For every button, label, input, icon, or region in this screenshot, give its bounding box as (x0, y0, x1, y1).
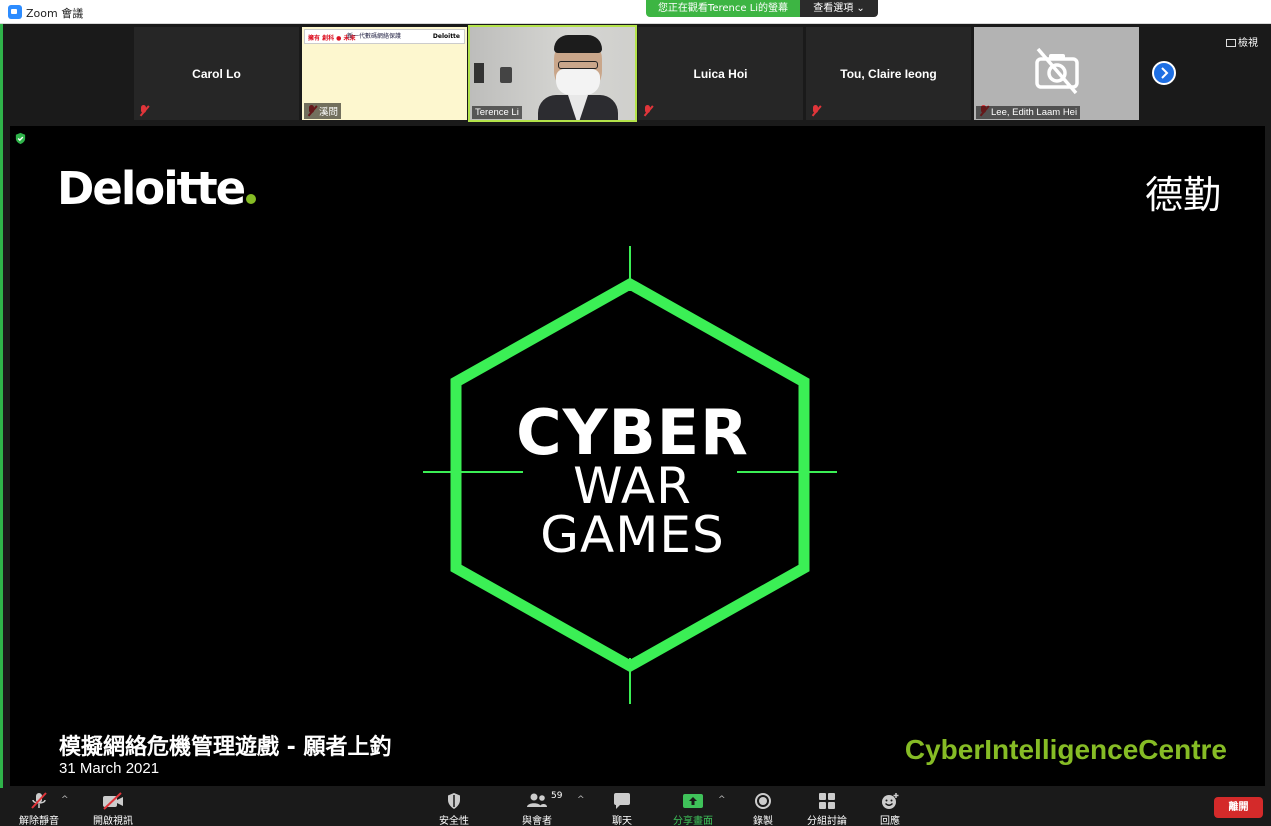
muted-mic-icon (642, 105, 653, 117)
deloitte-logo: Deloitte (57, 162, 257, 215)
start-video-label: 開啟視訊 (93, 816, 133, 826)
video-background (474, 63, 484, 83)
participant-tile-active-speaker[interactable]: Terence Li (468, 25, 637, 122)
muted-mic-icon (138, 105, 149, 117)
chevron-right-icon (1161, 67, 1169, 79)
participant-tile[interactable]: Tou, Claire Ieong (806, 27, 971, 120)
participants-label: 與會者 (522, 816, 552, 826)
breakout-rooms-button[interactable]: 分組討論 (804, 792, 850, 826)
grid-view-icon (1226, 39, 1236, 47)
participant-tile[interactable]: Luica Hoi (638, 27, 803, 120)
participant-name: Terence Li (472, 106, 522, 119)
viewing-screen-banner: 您正在觀看Terence Li的螢幕 (646, 0, 800, 17)
view-toggle-button[interactable]: 檢視 (1226, 34, 1258, 49)
participant-tile[interactable]: Lee, Edith Laam Hei (974, 27, 1139, 120)
meeting-toolbar: 解除靜音 ^ 開啟視訊 安全性 與會者 59 ^ 聊天 分享畫面 ^ 錄製 分組… (0, 788, 1271, 826)
record-button[interactable]: 錄製 (745, 792, 781, 826)
next-page-button[interactable] (1152, 61, 1176, 85)
zoom-app-icon (8, 5, 22, 19)
share-screen-icon (683, 794, 703, 808)
participant-video (538, 35, 618, 120)
shield-check-icon (15, 132, 26, 145)
muted-mic-icon (31, 792, 47, 809)
participant-name: 溪問 (304, 103, 342, 119)
unmute-label: 解除靜音 (19, 816, 59, 826)
security-label: 安全性 (439, 816, 469, 826)
chat-bubble-icon (614, 793, 630, 809)
thumb-text: 新一代數碼網絡保護 (347, 33, 402, 40)
camera-off-icon (1035, 47, 1079, 95)
reactions-label: 回應 (880, 816, 900, 826)
participant-tile[interactable]: 擁有 創科 ● 未來 新一代數碼網絡保護 Deloitte 溪問 (302, 27, 467, 120)
slide-subtitle: 模擬網絡危機管理遊戲 - 願者上釣 (59, 735, 392, 760)
participant-strip: Carol Lo 擁有 創科 ● 未來 新一代數碼網絡保護 Deloitte 溪… (0, 24, 1271, 824)
audio-options-caret[interactable]: ^ (61, 795, 69, 805)
emoji-plus-icon (882, 793, 899, 809)
view-toggle-label: 檢視 (1238, 38, 1258, 49)
unmute-button[interactable]: 解除靜音 (16, 792, 62, 826)
logo-dot (246, 194, 257, 204)
logo-text: Deloitte (57, 162, 246, 215)
thumb-text: Deloitte (432, 33, 460, 40)
record-label: 錄製 (753, 816, 773, 826)
participants-options-caret[interactable]: ^ (577, 795, 585, 805)
security-button[interactable]: 安全性 (433, 792, 475, 826)
share-options-caret[interactable]: ^ (718, 795, 726, 805)
participant-name: Carol Lo (192, 67, 241, 81)
chat-button[interactable]: 聊天 (604, 792, 640, 826)
slide-date: 31 March 2021 (59, 760, 160, 777)
breakout-rooms-label: 分組討論 (807, 816, 847, 826)
shield-icon (448, 793, 460, 809)
record-icon (755, 793, 771, 809)
chat-label: 聊天 (612, 816, 632, 826)
people-icon (527, 793, 547, 807)
share-screen-button[interactable]: 分享畫面 (670, 792, 716, 826)
video-off-icon (103, 792, 123, 810)
shared-screen[interactable]: Deloitte 德勤 CYBER WAR GAMES 模擬網絡危機管理遊戲 -… (10, 126, 1265, 786)
window-title: Zoom 會議 (26, 7, 84, 20)
view-options-button[interactable]: 查看選項 ⌄ (800, 0, 878, 17)
shared-thumbnail: 擁有 創科 ● 未來 新一代數碼網絡保護 Deloitte (304, 29, 465, 44)
title-line-games: GAMES (540, 506, 725, 564)
reactions-button[interactable]: 回應 (872, 792, 908, 826)
video-background (500, 67, 512, 83)
participants-count: 59 (551, 791, 563, 801)
participant-name: Lee, Edith Laam Hei (976, 106, 1081, 119)
share-screen-label: 分享畫面 (673, 816, 713, 826)
participant-tile[interactable]: Carol Lo (134, 27, 299, 120)
participant-name: Luica Hoi (693, 67, 748, 81)
end-meeting-button[interactable]: 離開 (1214, 797, 1263, 818)
title-bar: Zoom 會議 (0, 0, 1271, 24)
muted-mic-icon (810, 105, 821, 117)
sharing-border (0, 24, 3, 824)
deloitte-chinese-logo: 德勤 (1144, 173, 1221, 217)
participant-name: Tou, Claire Ieong (840, 67, 937, 81)
breakout-rooms-icon (819, 793, 835, 809)
start-video-button[interactable]: 開啟視訊 (90, 792, 136, 826)
cyber-intelligence-centre-label: CyberIntelligenceCentre (904, 734, 1227, 765)
